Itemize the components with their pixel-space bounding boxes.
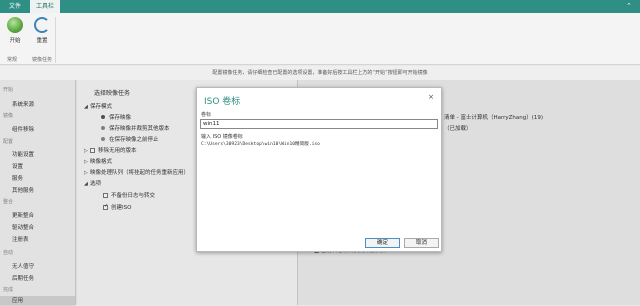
ribbon-group-image-task: 镜像任务: [32, 57, 53, 63]
start-button[interactable]: 开始: [3, 17, 27, 44]
reset-button[interactable]: 重置: [30, 17, 54, 44]
iso-volume-dialog: ISO 卷标 × 卷标 输入 ISO 镜像卷标 C:\Users\30923\D…: [196, 87, 442, 252]
ribbon: 开始 重置 常规 镜像任务: [0, 13, 640, 65]
dialog-info: 输入 ISO 镜像卷标 C:\Users\30923\Desktop\win10…: [201, 134, 320, 148]
tab-file[interactable]: 文件: [0, 0, 30, 13]
hint-text: 配置镜像任务，请仔细检查已配置的选项设置，准备好后按工具栏上方的“开始”按钮即可…: [0, 66, 640, 80]
ok-button[interactable]: 确定: [365, 238, 400, 248]
iso-output-path: C:\Users\30923\Desktop\win10\Win10精简版.is…: [201, 142, 320, 147]
reset-button-label: 重置: [36, 38, 48, 44]
menu-tab-bar: 文件 工具栏 ⌃: [0, 0, 640, 13]
cancel-button[interactable]: 取消: [404, 238, 439, 248]
volume-label: 卷标: [201, 112, 212, 118]
start-icon: [7, 17, 23, 33]
dialog-title: ISO 卷标: [204, 97, 241, 107]
ribbon-collapse-icon[interactable]: ⌃: [626, 3, 632, 10]
ribbon-separator: [55, 17, 56, 63]
volume-label-input[interactable]: [200, 119, 438, 129]
refresh-icon: [34, 17, 50, 33]
info-prompt: 输入 ISO 镜像卷标: [201, 134, 243, 140]
close-icon[interactable]: ×: [428, 93, 434, 101]
start-button-label: 开始: [9, 38, 21, 44]
ribbon-group-general: 常规: [7, 57, 18, 63]
tab-toolbar[interactable]: 工具栏: [30, 0, 60, 13]
